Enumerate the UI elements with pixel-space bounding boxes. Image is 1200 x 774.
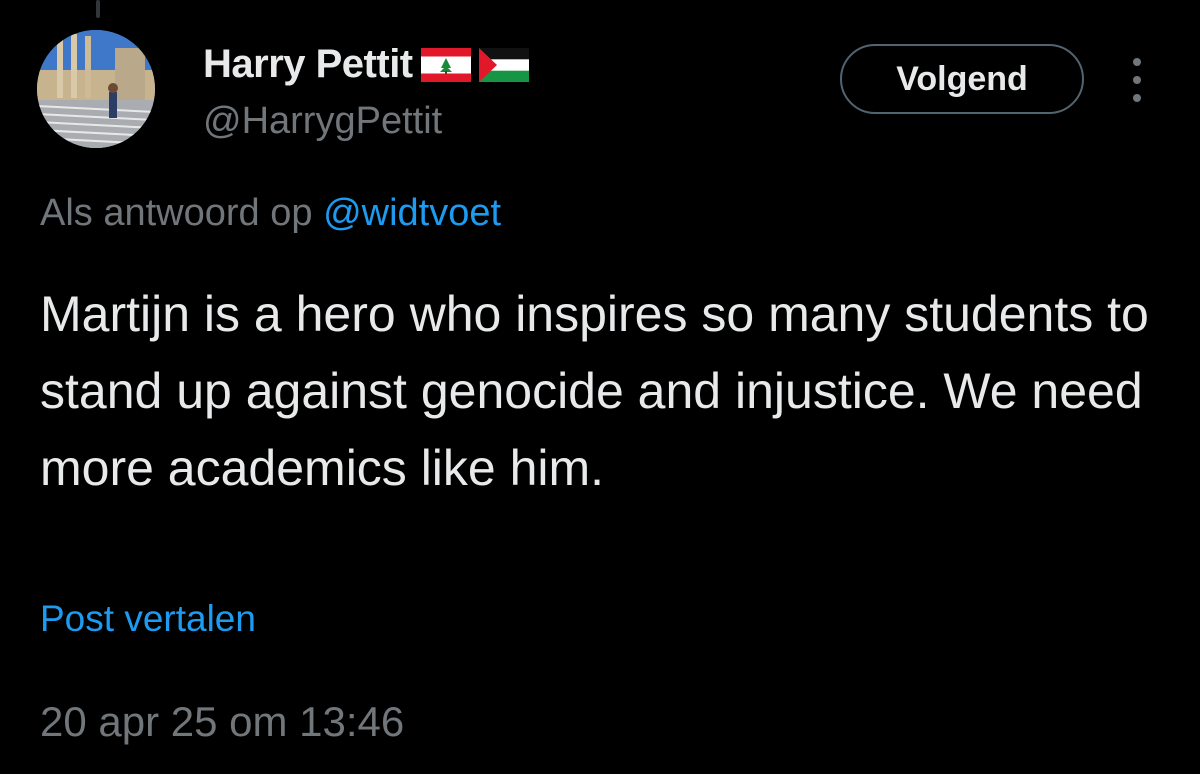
thread-connector-line [96, 0, 100, 18]
post-timestamp[interactable]: 20 apr 25 om 13:46 [40, 698, 404, 746]
more-options-icon[interactable] [1125, 58, 1149, 102]
author-handle[interactable]: @HarrygPettit [203, 100, 442, 143]
translate-post-link[interactable]: Post vertalen [40, 598, 256, 640]
author-name-row: Harry Pettit [203, 42, 529, 87]
reply-mention-link[interactable]: @widtvoet [323, 192, 501, 234]
avatar[interactable] [37, 30, 155, 148]
tweet-text: Martijn is a hero who inspires so many s… [40, 286, 1149, 496]
palestine-flag-icon [478, 47, 529, 82]
more-dot [1133, 58, 1141, 66]
more-dot [1133, 94, 1141, 102]
reply-context: Als antwoord op @widtvoet [40, 192, 501, 235]
following-button[interactable]: Volgend [840, 44, 1084, 114]
reply-prefix: Als antwoord op [40, 192, 313, 234]
avatar-image [37, 30, 155, 148]
author-display-name[interactable]: Harry Pettit [203, 42, 413, 87]
more-dot [1133, 76, 1141, 84]
lebanon-flag-icon [420, 47, 471, 82]
